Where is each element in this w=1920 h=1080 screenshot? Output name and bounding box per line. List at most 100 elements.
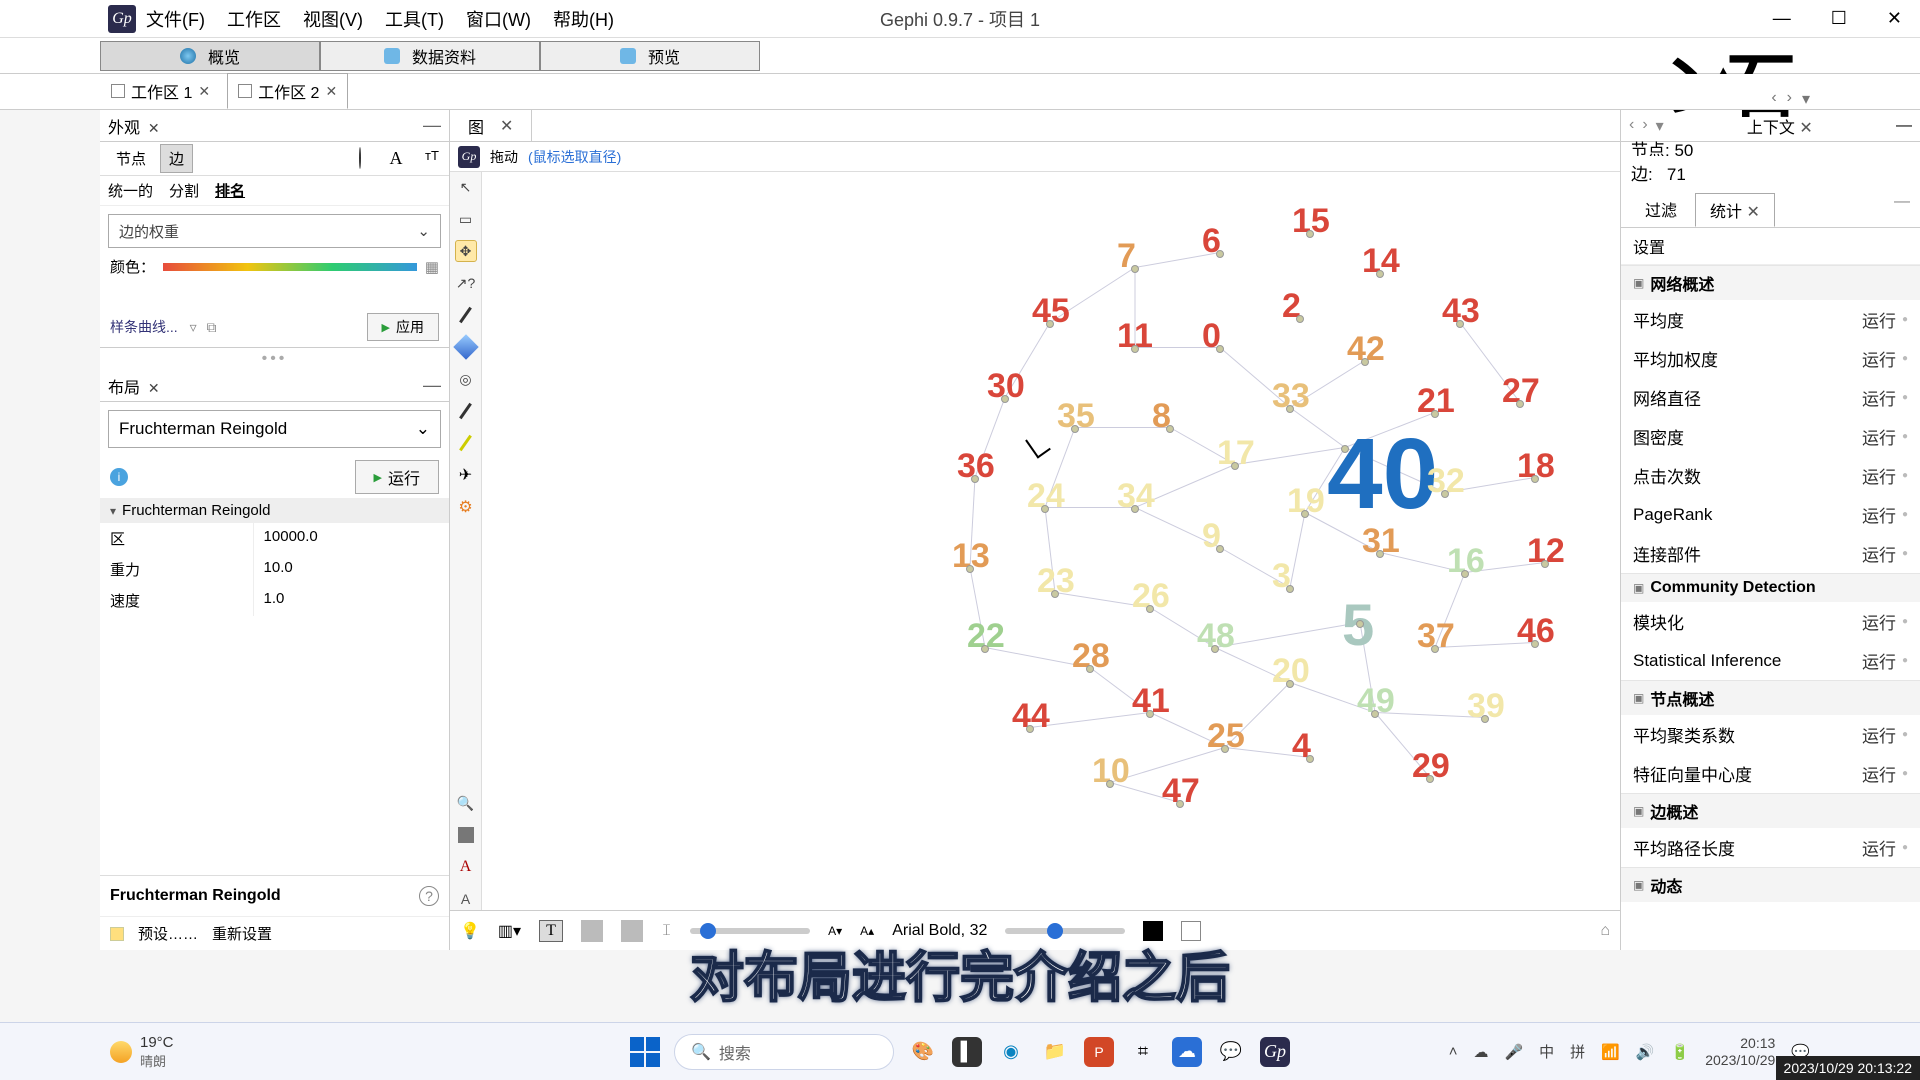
stats-settings[interactable]: 设置 — [1621, 228, 1920, 265]
tray-cloud-icon[interactable]: ☁ — [1473, 1043, 1488, 1061]
color-icon[interactable] — [349, 148, 371, 169]
settings-icon[interactable]: ⌂ — [1600, 922, 1610, 940]
highlighter-tool-icon[interactable] — [455, 432, 477, 454]
taskbar-app-4[interactable]: ☁ — [1172, 1037, 1202, 1067]
workspace-tab-2[interactable]: 工作区 2✕ — [227, 73, 348, 109]
ctx-prev-icon[interactable]: ‹ — [1629, 116, 1634, 136]
menu-workspace[interactable]: 工作区 — [227, 6, 281, 32]
font-color-icon[interactable]: A — [455, 856, 477, 878]
drag-tool-icon[interactable]: ✥ — [455, 240, 477, 262]
gradient-options-icon[interactable]: ▦ — [425, 258, 439, 276]
window-maximize[interactable]: ☐ — [1831, 8, 1847, 29]
start-button[interactable] — [630, 1037, 660, 1067]
preset-button[interactable]: 预设…… — [138, 923, 198, 944]
font-tool-icon[interactable]: A — [455, 888, 477, 910]
menu-window[interactable]: 窗口(W) — [466, 6, 531, 32]
run-statinf[interactable]: 运行 — [1862, 648, 1908, 673]
help-icon[interactable]: ? — [419, 886, 439, 906]
taskbar-app-2[interactable]: ▌ — [952, 1037, 982, 1067]
prop-area-value[interactable]: 10000.0 — [254, 523, 449, 554]
run-degree[interactable]: 运行 — [1862, 307, 1908, 332]
tab-overview[interactable]: 概览 — [100, 41, 320, 71]
tray-wifi-icon[interactable]: 📶 — [1601, 1043, 1620, 1061]
prop-gravity-value[interactable]: 10.0 — [254, 554, 449, 585]
tab-data-lab[interactable]: 数据资料 — [320, 41, 540, 71]
run-density[interactable]: 运行 — [1862, 424, 1908, 449]
close-icon[interactable]: ✕ — [325, 83, 337, 100]
taskbar-powerpoint[interactable]: P — [1084, 1037, 1114, 1067]
ranking-attribute-select[interactable]: 边的权重⌄ — [108, 214, 441, 248]
run-path[interactable]: 运行 — [1862, 835, 1908, 860]
taskbar-gephi[interactable]: Gp — [1260, 1037, 1290, 1067]
ranking-rank-tab[interactable]: 排名 — [215, 180, 245, 201]
ws-next-icon[interactable]: › — [1787, 89, 1792, 109]
color-gradient[interactable] — [163, 263, 417, 271]
taskbar-search[interactable]: 🔍搜索 — [674, 1034, 894, 1070]
taskbar-app-3[interactable]: ⌗ — [1128, 1037, 1158, 1067]
copy-icon[interactable]: ⧉ — [206, 319, 216, 335]
tray-chevron-icon[interactable]: ˄ — [1449, 1043, 1458, 1060]
run-pagerank[interactable]: 运行 — [1862, 502, 1908, 527]
ranking-partition-tab[interactable]: 分割 — [169, 180, 199, 201]
apply-button[interactable]: 应用 — [367, 313, 439, 341]
tab-preview[interactable]: 预览 — [540, 41, 760, 71]
filter-icon[interactable]: ▿ — [190, 319, 197, 335]
weather-widget[interactable]: 19°C晴朗 — [110, 1034, 174, 1070]
show-labels-toggle[interactable]: T — [539, 920, 563, 942]
info-icon[interactable]: i — [110, 468, 128, 486]
screenshot-icon[interactable]: ▥▾ — [498, 921, 521, 941]
fill-tool-icon[interactable] — [455, 824, 477, 846]
ws-prev-icon[interactable]: ‹ — [1771, 89, 1776, 109]
tray-mic-icon[interactable]: 🎤 — [1504, 1043, 1523, 1061]
minimize-icon[interactable]: — — [1896, 117, 1912, 135]
menu-view[interactable]: 视图(V) — [303, 6, 363, 32]
run-eigen[interactable]: 运行 — [1862, 761, 1908, 786]
minimize-icon[interactable]: — — [1894, 193, 1910, 227]
edge-pointer-tool-icon[interactable]: ↗? — [455, 272, 477, 294]
layout-run-button[interactable]: 运行 — [355, 460, 439, 494]
ws-menu-icon[interactable]: ▾ — [1802, 89, 1810, 109]
window-minimize[interactable]: — — [1773, 8, 1791, 29]
graph-canvas[interactable]: 1567144511024243303583321273617401824341… — [482, 172, 1620, 910]
layout-props-header[interactable]: Fruchterman Reingold — [100, 498, 449, 523]
pointer-tool-icon[interactable]: ↖ — [455, 176, 477, 198]
run-clustering[interactable]: 运行 — [1862, 722, 1908, 747]
label-color-icon[interactable]: тT — [421, 148, 443, 169]
tray-volume-icon[interactable]: 🔊 — [1636, 1043, 1655, 1061]
tray-battery-icon[interactable]: 🔋 — [1671, 1043, 1690, 1061]
appearance-edges-tab[interactable]: 边 — [160, 144, 193, 173]
pencil-tool-icon[interactable] — [455, 400, 477, 422]
ctx-next-icon[interactable]: › — [1642, 116, 1647, 136]
gear-tool-icon[interactable]: ⚙ — [455, 496, 477, 518]
appearance-nodes-tab[interactable]: 节点 — [108, 145, 154, 172]
minimize-icon[interactable]: — — [423, 375, 441, 396]
close-icon[interactable]: ✕ — [144, 120, 160, 136]
run-cc[interactable]: 运行 — [1862, 541, 1908, 566]
plane-tool-icon[interactable]: ✈ — [455, 464, 477, 486]
rect-select-tool-icon[interactable]: ▭ — [455, 208, 477, 230]
taskbar-explorer[interactable]: 📁 — [1040, 1037, 1070, 1067]
close-icon[interactable]: ✕ — [1799, 120, 1812, 137]
filter-tab[interactable]: 过滤 — [1631, 193, 1691, 227]
diamond-tool-icon[interactable] — [455, 336, 477, 358]
sizer-tool-icon[interactable]: ◎ — [455, 368, 477, 390]
taskbar-app-1[interactable]: 🎨 — [908, 1037, 938, 1067]
gephi-tool-icon[interactable]: Gp — [458, 146, 480, 168]
menu-help[interactable]: 帮助(H) — [553, 6, 614, 32]
run-hits[interactable]: 运行 — [1862, 463, 1908, 488]
spline-link[interactable]: 样条曲线... — [110, 319, 178, 335]
tray-ime2[interactable]: 拼 — [1570, 1041, 1585, 1062]
close-icon[interactable]: ✕ — [500, 116, 513, 136]
node-label-mode-icon[interactable] — [581, 920, 603, 942]
close-icon[interactable]: ✕ — [198, 83, 210, 100]
reset-button[interactable]: 重新设置 — [212, 923, 272, 944]
tray-clock[interactable]: 20:132023/10/29 — [1705, 1035, 1775, 1069]
graph-node-40[interactable]: 40 — [1327, 417, 1438, 532]
taskbar-wechat[interactable]: 💬 — [1216, 1037, 1246, 1067]
brush-tool-icon[interactable] — [455, 304, 477, 326]
statistics-tab[interactable]: 统计 ✕ — [1695, 193, 1775, 227]
menu-tools[interactable]: 工具(T) — [385, 6, 444, 32]
tray-ime1[interactable]: 中 — [1539, 1041, 1554, 1062]
edge-label-mode-icon[interactable] — [621, 920, 643, 942]
zoom-tool-icon[interactable]: 🔍 — [455, 792, 477, 814]
